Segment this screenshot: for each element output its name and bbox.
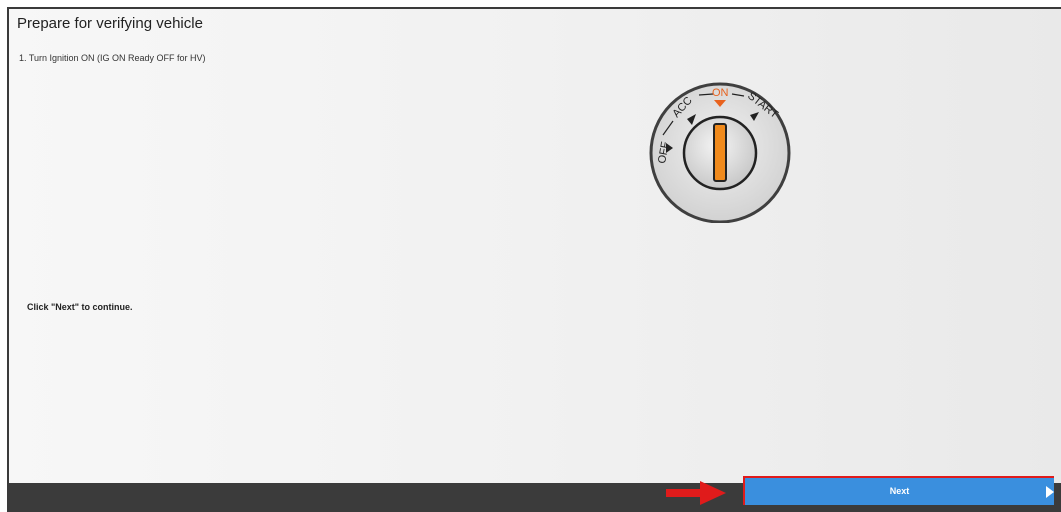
continue-instruction: Click "Next" to continue. — [27, 302, 133, 312]
next-button[interactable]: Next — [743, 476, 1054, 505]
position-label-on: ON — [712, 87, 729, 99]
step-instruction: 1. Turn Ignition ON (IG ON Ready OFF for… — [19, 53, 206, 63]
page-title: Prepare for verifying vehicle — [17, 15, 203, 32]
chevron-right-icon — [1046, 486, 1054, 498]
next-button-label: Next — [889, 486, 910, 496]
red-pointer-arrow-icon — [666, 481, 726, 505]
prepare-vehicle-window: Prepare for verifying vehicle 1. Turn Ig… — [7, 7, 1061, 512]
ignition-switch-icon: OFF ACC ON START — [649, 82, 791, 223]
